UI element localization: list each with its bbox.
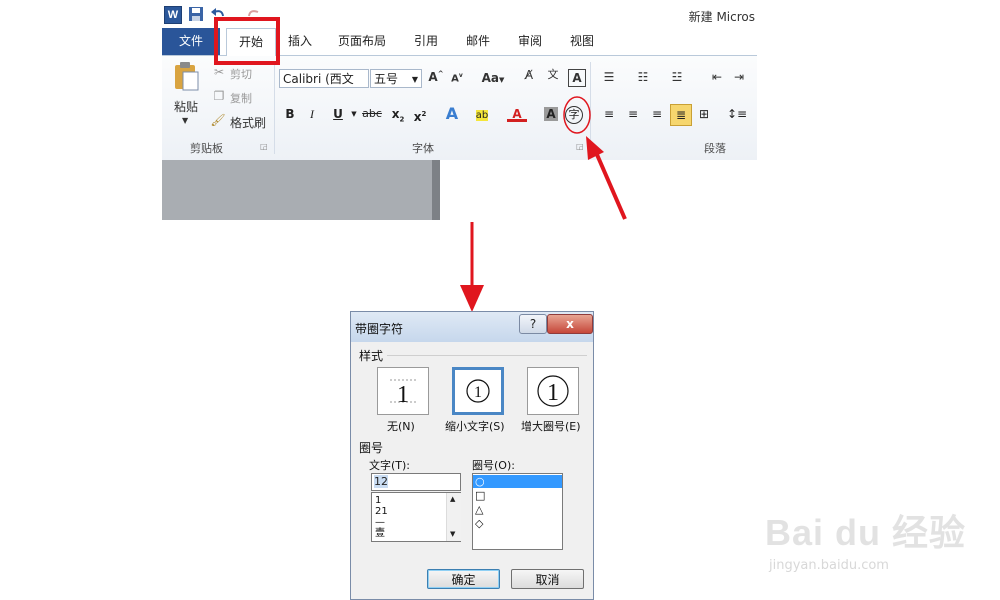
style-enlarge-symbol-option[interactable]: 1 xyxy=(527,367,579,415)
red-arrow-diagonal xyxy=(593,149,627,220)
svg-text:1: 1 xyxy=(397,382,409,408)
list-item[interactable]: 壹 xyxy=(375,528,385,540)
watermark-brand: Bai du 经验 xyxy=(765,512,967,553)
section-divider xyxy=(387,355,587,356)
style-none-option[interactable]: 1 xyxy=(377,367,429,415)
svg-text:1: 1 xyxy=(474,384,482,401)
list-item[interactable]: △ xyxy=(473,503,562,516)
scroll-up-icon[interactable]: ▲ xyxy=(450,495,455,503)
red-arrow-diagonal-head xyxy=(586,136,604,160)
list-item[interactable]: ◇ xyxy=(473,517,562,530)
text-input[interactable]: 12 xyxy=(371,473,461,491)
style-none-label: 无(N) xyxy=(387,420,415,433)
style-shrink-preview: 1 xyxy=(466,379,490,403)
text-options-list[interactable]: 1 21 — 壹 ▲ ▼ xyxy=(371,492,461,542)
scroll-down-icon[interactable]: ▼ xyxy=(450,530,455,538)
text-field-label: 文字(T): xyxy=(369,459,411,472)
baidu-watermark: Bai du 经验 jingyan.baidu.com xyxy=(765,492,995,582)
list-item[interactable]: □ xyxy=(473,489,562,502)
text-list-scrollbar[interactable]: ▲ ▼ xyxy=(446,493,461,541)
style-enlarge-preview: 1 xyxy=(537,375,569,407)
cancel-button[interactable]: 取消 xyxy=(511,569,584,589)
help-button[interactable]: ? xyxy=(519,314,547,334)
ok-button[interactable]: 确定 xyxy=(427,569,500,589)
text-input-value: 12 xyxy=(374,475,388,488)
enclosure-options-list[interactable]: ○ □ △ ◇ xyxy=(472,473,563,550)
svg-text:1: 1 xyxy=(547,380,559,406)
style-none-preview: 1 xyxy=(390,379,416,408)
style-shrink-text-option[interactable]: 1 xyxy=(452,367,504,415)
enclose-icon-circle-annotation xyxy=(563,96,591,134)
style-section-label: 样式 xyxy=(359,349,384,363)
red-arrow-down-head xyxy=(460,285,484,312)
close-button[interactable]: x xyxy=(547,314,593,334)
dialog-title: 带圈字符 xyxy=(355,322,404,336)
watermark-url: jingyan.baidu.com xyxy=(769,558,889,573)
enclosure-field-label: 圈号(O): xyxy=(472,459,515,472)
enclose-characters-dialog: 带圈字符 ? x 样式 1 1 1 无(N) 缩小文字(S) 增大圈号(E) 圈… xyxy=(350,311,594,600)
enclosure-section-label: 圈号 xyxy=(359,441,384,455)
style-shrink-text-label: 缩小文字(S) xyxy=(445,420,505,433)
dialog-title-bar: 带圈字符 ? x xyxy=(351,312,593,342)
style-enlarge-symbol-label: 增大圈号(E) xyxy=(521,420,581,433)
list-item[interactable]: ○ xyxy=(473,475,562,488)
